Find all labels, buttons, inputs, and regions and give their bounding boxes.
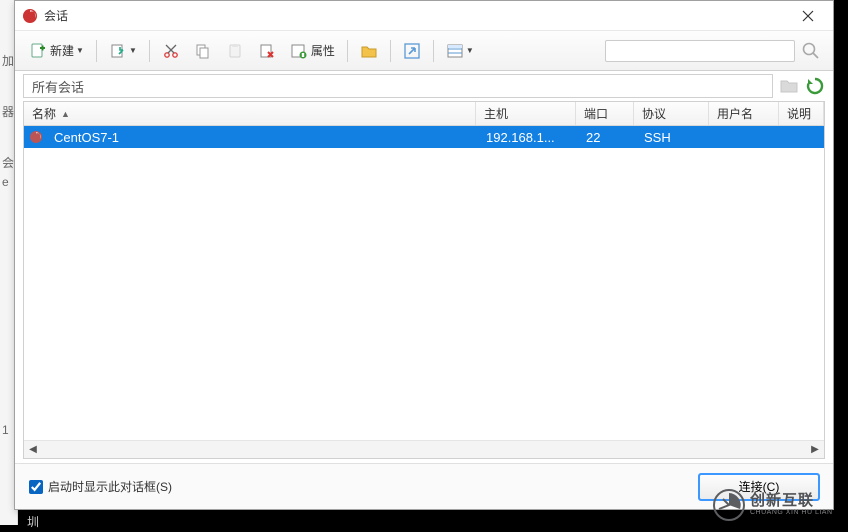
shortcut-button[interactable] bbox=[397, 37, 427, 65]
copy-icon bbox=[194, 42, 212, 60]
path-input[interactable] bbox=[23, 74, 773, 98]
new-folder-button[interactable] bbox=[354, 37, 384, 65]
cell-port: 22 bbox=[578, 130, 636, 145]
watermark-icon bbox=[713, 489, 745, 521]
checkbox-input[interactable] bbox=[29, 480, 43, 494]
separator bbox=[149, 40, 150, 62]
col-host[interactable]: 主机 bbox=[476, 102, 576, 125]
paste-icon bbox=[226, 42, 244, 60]
shortcut-icon bbox=[403, 42, 421, 60]
search-box bbox=[482, 40, 825, 62]
separator bbox=[96, 40, 97, 62]
new-button[interactable]: 新建 ▼ bbox=[23, 37, 90, 65]
folder-icon bbox=[360, 42, 378, 60]
col-name[interactable]: 名称▲ bbox=[24, 102, 476, 125]
col-user[interactable]: 用户名 bbox=[709, 102, 779, 125]
chevron-down-icon: ▼ bbox=[466, 46, 474, 55]
separator bbox=[347, 40, 348, 62]
chevron-down-icon: ▼ bbox=[76, 46, 84, 55]
delete-button[interactable] bbox=[252, 37, 282, 65]
col-desc[interactable]: 说明 bbox=[779, 102, 824, 125]
cell-protocol: SSH bbox=[636, 130, 711, 145]
session-table: 名称▲ 主机 端口 协议 用户名 说明 CentOS7-1 192.168.1.… bbox=[23, 101, 825, 459]
col-protocol[interactable]: 协议 bbox=[634, 102, 709, 125]
cut-button[interactable] bbox=[156, 37, 186, 65]
dialog-footer: 启动时显示此对话框(S) 连接(C) bbox=[15, 463, 833, 509]
table-body[interactable]: CentOS7-1 192.168.1... 22 SSH bbox=[24, 126, 824, 440]
list-icon bbox=[446, 42, 464, 60]
table-row[interactable]: CentOS7-1 192.168.1... 22 SSH bbox=[24, 126, 824, 148]
separator bbox=[390, 40, 391, 62]
show-on-start-checkbox[interactable]: 启动时显示此对话框(S) bbox=[29, 478, 172, 495]
cell-name: CentOS7-1 bbox=[46, 130, 478, 145]
watermark: 创新互联 CHUANG XIN HU LIAN bbox=[713, 485, 848, 525]
copy-button[interactable] bbox=[188, 37, 218, 65]
import-button[interactable]: ▼ bbox=[103, 37, 143, 65]
view-button[interactable]: ▼ bbox=[440, 37, 480, 65]
sort-asc-icon: ▲ bbox=[61, 109, 70, 119]
search-input[interactable] bbox=[605, 40, 795, 62]
scroll-right-icon[interactable]: ▶ bbox=[806, 442, 824, 458]
app-icon bbox=[21, 7, 39, 25]
browse-folder-icon[interactable] bbox=[779, 77, 799, 95]
table-header: 名称▲ 主机 端口 协议 用户名 说明 bbox=[24, 102, 824, 126]
delete-icon bbox=[258, 42, 276, 60]
titlebar: 会话 bbox=[15, 1, 833, 31]
toolbar: 新建 ▼ ▼ bbox=[15, 31, 833, 71]
col-port[interactable]: 端口 bbox=[576, 102, 634, 125]
separator bbox=[433, 40, 434, 62]
session-dialog: 会话 新建 ▼ ▼ bbox=[14, 0, 834, 510]
refresh-icon[interactable] bbox=[805, 76, 825, 96]
close-button[interactable] bbox=[791, 4, 825, 28]
horizontal-scrollbar[interactable]: ◀ ▶ bbox=[24, 440, 824, 458]
cell-host: 192.168.1... bbox=[478, 130, 578, 145]
chevron-down-icon: ▼ bbox=[129, 46, 137, 55]
scroll-left-icon[interactable]: ◀ bbox=[24, 442, 42, 458]
import-icon bbox=[109, 42, 127, 60]
new-icon bbox=[29, 42, 47, 60]
path-bar bbox=[15, 71, 833, 101]
session-icon bbox=[28, 129, 44, 145]
paste-button[interactable] bbox=[220, 37, 250, 65]
properties-button[interactable]: 属性 bbox=[284, 37, 341, 65]
properties-icon bbox=[290, 42, 308, 60]
window-title: 会话 bbox=[44, 7, 791, 24]
scissors-icon bbox=[162, 42, 180, 60]
search-icon[interactable] bbox=[801, 41, 821, 61]
